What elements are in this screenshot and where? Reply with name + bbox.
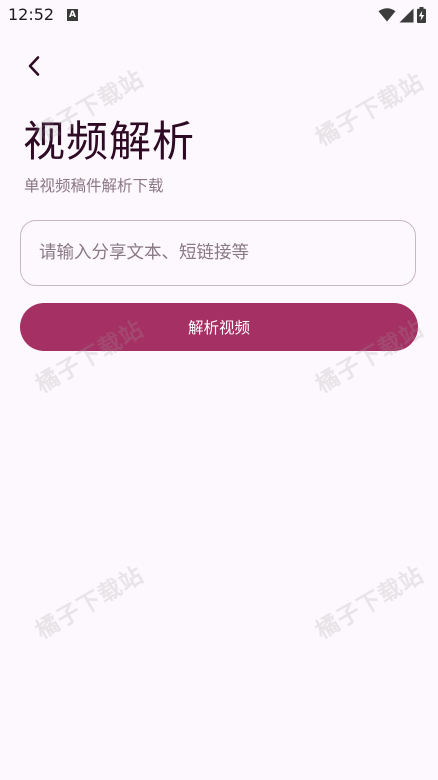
chevron-left-icon (26, 55, 42, 81)
wifi-icon (378, 8, 396, 22)
share-text-input[interactable] (39, 221, 399, 285)
back-button[interactable] (17, 51, 51, 85)
notification-a-icon: A (67, 9, 78, 21)
share-text-field[interactable] (20, 220, 416, 286)
status-bar: 12:52 A (0, 0, 438, 30)
page-title: 视频解析 (23, 117, 196, 166)
watermark: 橘子下载站 (311, 562, 429, 645)
parse-video-button[interactable]: 解析视频 (20, 303, 418, 351)
app-screen: 12:52 A 视频解析 单视频稿件解析下载 请输入分享文本、短链接等 解析视频… (0, 0, 438, 780)
watermark: 橘子下载站 (31, 562, 149, 645)
cellular-signal-icon (399, 8, 414, 23)
status-icons (378, 6, 426, 24)
battery-charging-icon (417, 7, 426, 23)
status-time: 12:52 (8, 5, 55, 24)
page-subtitle: 单视频稿件解析下载 (24, 177, 164, 195)
watermark: 橘子下载站 (311, 69, 429, 152)
